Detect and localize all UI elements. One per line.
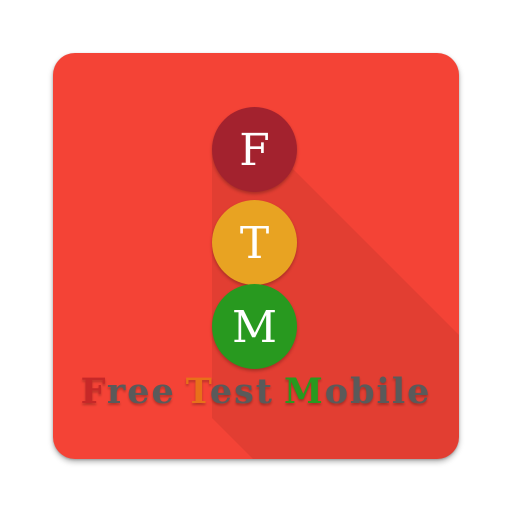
title-initial-m: M	[283, 371, 325, 412]
title-initial-t: T	[185, 371, 210, 412]
title-initial-f: F	[80, 371, 107, 412]
app-icon-background: F T M Free Test Mobile	[53, 53, 459, 459]
circle-m: M	[212, 284, 297, 369]
circle-t-letter: T	[239, 217, 270, 269]
title-word-free-rest: ree	[106, 371, 176, 412]
circle-f: F	[212, 107, 297, 192]
app-title: Free Test Mobile	[53, 371, 459, 412]
circle-f-letter: F	[239, 124, 270, 176]
title-word-mobile-rest: obile	[324, 371, 432, 412]
app-icon: F T M Free Test Mobile	[0, 0, 512, 512]
circle-t: T	[212, 200, 297, 285]
title-word-test-rest: est	[209, 371, 274, 412]
circle-m-letter: M	[231, 301, 278, 353]
